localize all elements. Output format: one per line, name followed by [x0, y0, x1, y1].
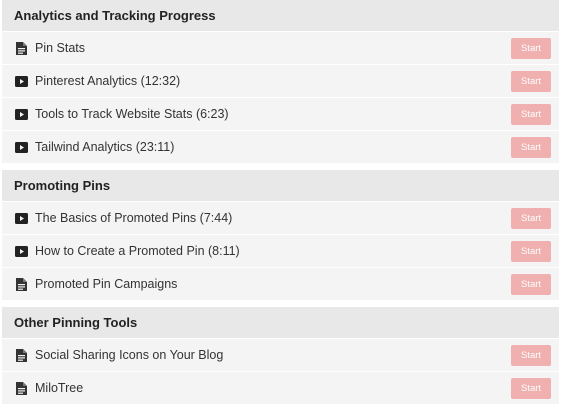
lecture-title: Social Sharing Icons on Your Blog	[35, 348, 224, 362]
start-button[interactable]: Start	[511, 103, 551, 125]
lecture-title: Pin Stats	[35, 41, 86, 55]
start-button[interactable]: Start	[511, 136, 551, 158]
lecture-item[interactable]: Tools to Track Website Stats (6:23) Star…	[2, 98, 559, 131]
lecture-title: Tailwind Analytics (23:11)	[35, 140, 175, 154]
lecture-item[interactable]: Promoted Pin Campaigns Start	[2, 268, 559, 301]
video-icon	[15, 212, 28, 225]
lecture-title: Tools to Track Website Stats (6:23)	[35, 107, 229, 121]
video-icon	[15, 245, 28, 258]
lecture-title: Promoted Pin Campaigns	[35, 277, 178, 291]
document-icon	[15, 41, 28, 55]
video-icon	[15, 108, 28, 121]
start-button[interactable]: Start	[511, 273, 551, 295]
course-curriculum: Analytics and Tracking Progress Pin Stat…	[2, 0, 559, 405]
document-icon	[15, 277, 28, 291]
lecture-item[interactable]: Pin Stats Start	[2, 32, 559, 65]
lecture-item[interactable]: Tailwind Analytics (23:11) Start	[2, 131, 559, 164]
start-button[interactable]: Start	[511, 37, 551, 59]
lecture-title: MiloTree	[35, 381, 84, 395]
video-icon	[15, 141, 28, 154]
section-title: Analytics and Tracking Progress	[2, 0, 559, 32]
start-button[interactable]: Start	[511, 207, 551, 229]
document-icon	[15, 348, 28, 362]
start-button[interactable]: Start	[511, 344, 551, 366]
start-button[interactable]: Start	[511, 377, 551, 399]
lecture-item[interactable]: Pinterest Analytics (12:32) Start	[2, 65, 559, 98]
start-button[interactable]: Start	[511, 240, 551, 262]
section-title: Promoting Pins	[2, 170, 559, 202]
lecture-item[interactable]: MiloTree Start	[2, 372, 559, 405]
section-promoting-pins: Promoting Pins The Basics of Promoted Pi…	[2, 170, 559, 301]
section-other-pinning-tools: Other Pinning Tools Social Sharing Icons…	[2, 307, 559, 405]
lecture-item[interactable]: Social Sharing Icons on Your Blog Start	[2, 339, 559, 372]
document-icon	[15, 381, 28, 395]
lecture-title: How to Create a Promoted Pin (8:11)	[35, 244, 240, 258]
lecture-item[interactable]: How to Create a Promoted Pin (8:11) Star…	[2, 235, 559, 268]
lecture-title: The Basics of Promoted Pins (7:44)	[35, 211, 233, 225]
start-button[interactable]: Start	[511, 70, 551, 92]
section-title: Other Pinning Tools	[2, 307, 559, 339]
video-icon	[15, 75, 28, 88]
lecture-title: Pinterest Analytics (12:32)	[35, 74, 181, 88]
section-analytics-and-tracking-progress: Analytics and Tracking Progress Pin Stat…	[2, 0, 559, 164]
lecture-item[interactable]: The Basics of Promoted Pins (7:44) Start	[2, 202, 559, 235]
